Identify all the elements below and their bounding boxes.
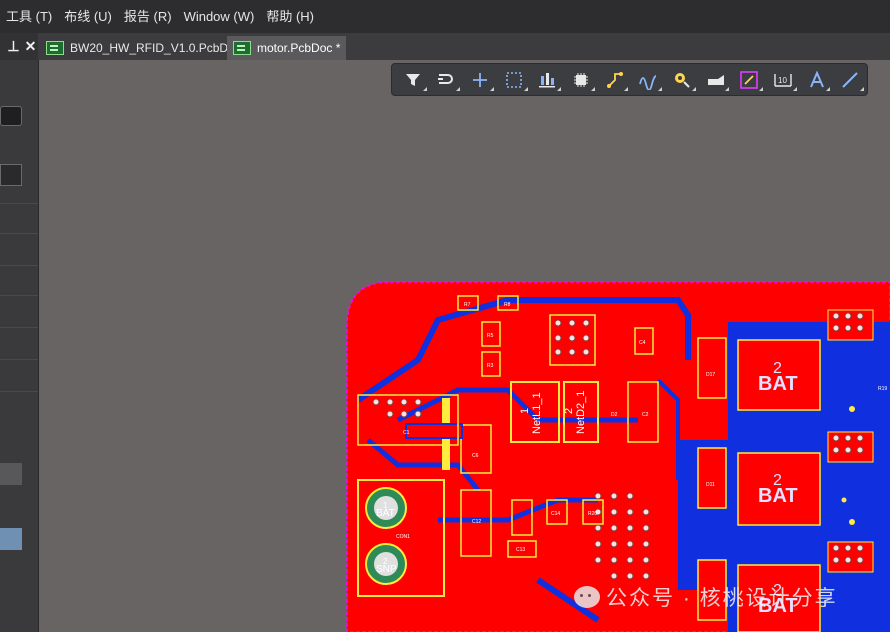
route-icon bbox=[606, 71, 623, 88]
polygon-icon bbox=[707, 74, 724, 85]
panel-divider bbox=[0, 203, 38, 204]
line-tool[interactable] bbox=[833, 66, 867, 94]
ref-des: D2 bbox=[611, 412, 618, 418]
ref-des: C12 bbox=[472, 519, 481, 525]
net-label: NetL1_1 bbox=[531, 392, 543, 434]
component-icon bbox=[574, 72, 589, 87]
watermark: 公众号 · 核桃设计分享 bbox=[574, 582, 838, 612]
panel-row-highlight[interactable] bbox=[0, 528, 22, 550]
select-rect-icon bbox=[505, 71, 522, 88]
interactive-route-icon bbox=[438, 73, 454, 84]
pad-label: BAT bbox=[376, 508, 395, 519]
pin-number: 2 bbox=[563, 408, 575, 414]
select-tool[interactable] bbox=[497, 66, 531, 94]
ref-des: R3 bbox=[487, 363, 494, 369]
ref-des: C4 bbox=[639, 340, 646, 346]
ref-des: R7 bbox=[464, 302, 471, 308]
menu-reports[interactable]: 报告 (R) bbox=[118, 0, 178, 33]
wechat-icon bbox=[574, 586, 600, 608]
menu-tools[interactable]: 工具 (T) bbox=[0, 0, 58, 33]
diode-body bbox=[697, 447, 727, 509]
dimension-tool[interactable]: 10 bbox=[766, 66, 800, 94]
menu-help[interactable]: 帮助 (H) bbox=[260, 0, 320, 33]
polygon-tool[interactable] bbox=[699, 66, 733, 94]
net-color-icon bbox=[740, 70, 759, 89]
ref-des: C6 bbox=[472, 453, 479, 459]
pin-number: 2 bbox=[773, 360, 782, 377]
pcb-canvas[interactable]: BAT 2 BAT 2 BAT 2 1 BAT 2 SNP NetL1_1 Ne… bbox=[38, 60, 890, 632]
ref-des: C13 bbox=[516, 547, 525, 553]
filter-icon bbox=[405, 73, 420, 86]
ref-des: R8 bbox=[504, 302, 511, 308]
tab-label: motor.PcbDoc * bbox=[257, 41, 341, 55]
text-tool[interactable] bbox=[800, 66, 834, 94]
tab-label: BW20_HW_RFID_V1.0.PcbDoc bbox=[70, 41, 241, 55]
panel-header: ⊥ ✕ bbox=[0, 33, 38, 60]
panel-search-field[interactable] bbox=[0, 106, 22, 126]
align-icon bbox=[539, 72, 556, 87]
net-label: NetD2_1 bbox=[575, 391, 587, 434]
ref-des: R19 bbox=[878, 386, 887, 392]
ref-des: C14 bbox=[551, 511, 560, 517]
panel-divider bbox=[0, 359, 38, 360]
via-tool[interactable] bbox=[665, 66, 699, 94]
filter-tool[interactable] bbox=[396, 66, 430, 94]
pcb-board-view[interactable]: BAT 2 BAT 2 BAT 2 1 BAT 2 SNP NetL1_1 Ne… bbox=[38, 60, 890, 632]
panel-divider bbox=[0, 233, 38, 234]
dimension-icon: 10 bbox=[774, 73, 792, 87]
component-tool[interactable] bbox=[564, 66, 598, 94]
ref-des: C1 bbox=[403, 430, 410, 436]
diff-pair-tool[interactable] bbox=[631, 66, 665, 94]
panel-divider bbox=[0, 391, 38, 392]
text-icon bbox=[809, 69, 824, 87]
diode-body bbox=[697, 337, 727, 399]
active-bar-toolbar: 10 bbox=[391, 63, 868, 96]
pin-number: 1 bbox=[519, 408, 531, 414]
watermark-text: 公众号 · 核桃设计分享 bbox=[606, 587, 838, 610]
pad-label: SNP bbox=[376, 564, 397, 575]
ref-des: R5 bbox=[487, 333, 494, 339]
ref-des: R20 bbox=[588, 511, 597, 517]
route-tool[interactable] bbox=[430, 66, 464, 94]
document-tabs: BW20_HW_RFID_V1.0.PcbDoc motor.PcbDoc * bbox=[38, 33, 890, 60]
panel-divider bbox=[0, 295, 38, 296]
pcb-document-icon bbox=[46, 41, 64, 55]
menu-bar: 工具 (T) 布线 (U) 报告 (R) Window (W) 帮助 (H) bbox=[0, 0, 890, 33]
side-panel: ⊥ ✕ bbox=[0, 33, 39, 632]
via-icon bbox=[674, 72, 690, 88]
ref-des: D17 bbox=[706, 372, 715, 378]
pad bbox=[405, 423, 463, 439]
cross-icon bbox=[473, 72, 488, 87]
panel-divider bbox=[0, 327, 38, 328]
ref-des: C2 bbox=[642, 412, 649, 418]
panel-filter-field[interactable] bbox=[0, 164, 22, 186]
diff-pair-icon bbox=[639, 74, 657, 90]
interactive-routing-tool[interactable] bbox=[598, 66, 632, 94]
svg-text:10: 10 bbox=[778, 76, 787, 85]
ref-des: D11 bbox=[706, 482, 715, 488]
pin-icon[interactable]: ⊥ bbox=[6, 38, 21, 55]
tab-motor-pcbdoc[interactable]: motor.PcbDoc * bbox=[227, 36, 347, 60]
cross-tool[interactable] bbox=[463, 66, 497, 94]
net-color-tool[interactable] bbox=[732, 66, 766, 94]
pcb-document-icon bbox=[233, 41, 251, 55]
tab-bw20-pcbdoc[interactable]: BW20_HW_RFID_V1.0.PcbDoc bbox=[40, 36, 247, 60]
close-icon[interactable]: ✕ bbox=[23, 38, 38, 55]
panel-divider bbox=[0, 265, 38, 266]
ref-des: CON1 bbox=[396, 534, 410, 540]
pin-number: 2 bbox=[773, 472, 782, 489]
menu-route[interactable]: 布线 (U) bbox=[58, 0, 118, 33]
line-icon bbox=[842, 71, 858, 88]
align-tool[interactable] bbox=[531, 66, 565, 94]
panel-row-selected[interactable] bbox=[0, 463, 22, 485]
menu-window[interactable]: Window (W) bbox=[178, 0, 261, 33]
